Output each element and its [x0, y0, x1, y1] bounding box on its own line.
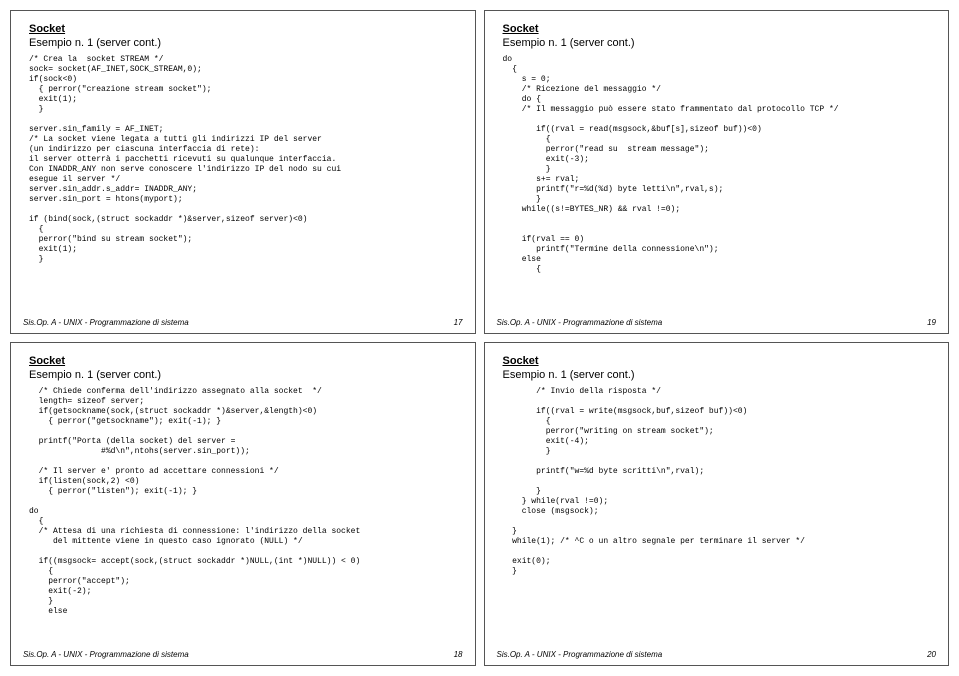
slide-17: Socket Esempio n. 1 (server cont.) /* Cr…	[10, 10, 476, 334]
slide-footer: Sis.Op. A - UNIX - Programmazione di sis…	[23, 650, 463, 659]
slide-footer: Sis.Op. A - UNIX - Programmazione di sis…	[497, 650, 937, 659]
footer-text: Sis.Op. A - UNIX - Programmazione di sis…	[497, 318, 663, 327]
example-title: Esempio n. 1 (server cont.)	[29, 369, 457, 381]
page-number: 17	[454, 318, 463, 327]
footer-text: Sis.Op. A - UNIX - Programmazione di sis…	[23, 318, 189, 327]
example-title: Esempio n. 1 (server cont.)	[29, 37, 457, 49]
section-title: Socket	[503, 23, 931, 35]
footer-text: Sis.Op. A - UNIX - Programmazione di sis…	[23, 650, 189, 659]
slide-19: Socket Esempio n. 1 (server cont.) do { …	[484, 10, 950, 334]
example-title: Esempio n. 1 (server cont.)	[503, 37, 931, 49]
section-title: Socket	[29, 355, 457, 367]
page-number: 19	[927, 318, 936, 327]
slide-grid: Socket Esempio n. 1 (server cont.) /* Cr…	[0, 0, 959, 676]
slide-footer: Sis.Op. A - UNIX - Programmazione di sis…	[497, 318, 937, 327]
slide-footer: Sis.Op. A - UNIX - Programmazione di sis…	[23, 318, 463, 327]
example-title: Esempio n. 1 (server cont.)	[503, 369, 931, 381]
slide-18: Socket Esempio n. 1 (server cont.) /* Ch…	[10, 342, 476, 666]
page-number: 18	[454, 650, 463, 659]
section-title: Socket	[503, 355, 931, 367]
code-block: /* Invio della risposta */ if((rval = wr…	[503, 387, 931, 577]
code-block: /* Chiede conferma dell'indirizzo assegn…	[29, 387, 457, 617]
page-number: 20	[927, 650, 936, 659]
footer-text: Sis.Op. A - UNIX - Programmazione di sis…	[497, 650, 663, 659]
section-title: Socket	[29, 23, 457, 35]
slide-20: Socket Esempio n. 1 (server cont.) /* In…	[484, 342, 950, 666]
code-block: do { s = 0; /* Ricezione del messaggio *…	[503, 55, 931, 275]
code-block: /* Crea la socket STREAM */ sock= socket…	[29, 55, 457, 265]
